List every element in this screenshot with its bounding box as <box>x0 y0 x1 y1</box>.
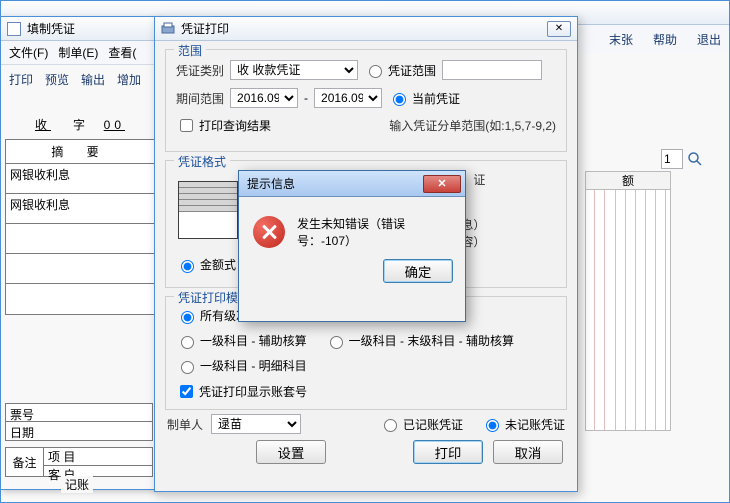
tpl-l1lastaux-radio[interactable]: 一级科目 - 末级科目 - 辅助核算 <box>325 332 514 349</box>
range-radio[interactable]: 凭证范围 <box>364 62 436 79</box>
entry-title: 填制凭证 <box>27 20 75 37</box>
print-button[interactable]: 打印 <box>413 440 483 464</box>
search-icon[interactable] <box>687 151 703 167</box>
item-label: 项 目 <box>44 448 152 466</box>
print-title: 凭证打印 <box>181 20 229 37</box>
range-text[interactable] <box>442 60 542 80</box>
amount-grid: 额 <box>585 171 671 431</box>
voucher-type-label: 凭证类别 <box>176 62 224 79</box>
error-icon <box>253 216 285 248</box>
period-label: 期间范围 <box>176 90 224 107</box>
amount-format-radio[interactable]: 金额式 <box>176 256 236 273</box>
remark-label: 备注 <box>6 448 44 476</box>
summary-header: 摘 要 <box>6 140 154 164</box>
maker-row: 制单人 逯苗 已记账凭证 未记账凭证 <box>167 414 565 434</box>
posted-radio[interactable]: 已记账凭证 <box>379 416 463 433</box>
current-radio[interactable]: 当前凭证 <box>388 90 460 107</box>
error-message: 发生未知错误（错误号：-107） <box>297 215 451 249</box>
entry-title-bar: 填制凭证 <box>1 17 159 41</box>
entry-toolbar: 打印 预览 输出 增加 <box>1 65 159 94</box>
voucher-entry-window: 填制凭证 文件(F) 制单(E) 查看( 打印 预览 输出 增加 收 字 00 … <box>0 16 160 490</box>
template-legend: 凭证打印模 <box>174 289 242 306</box>
ticket-label: 票号 <box>6 404 152 422</box>
print-query-checkbox[interactable]: 打印查询结果 <box>176 116 271 135</box>
summary-row-3[interactable] <box>6 224 154 254</box>
entry-menu-bar: 文件(F) 制单(E) 查看( <box>1 41 159 65</box>
summary-row-2[interactable]: 网银收利息 <box>6 194 154 224</box>
summary-row-5[interactable] <box>6 284 154 314</box>
show-book-checkbox[interactable]: 凭证打印显示账套号 <box>176 382 307 401</box>
tool-preview[interactable]: 预览 <box>45 71 69 88</box>
error-dialog: 提示信息 ✕ 发生未知错误（错误号：-107） 确定 <box>238 170 466 322</box>
voucher-type-label: 收 字 00 <box>1 116 159 133</box>
voucher-type-select[interactable]: 收 收款凭证 <box>230 60 358 80</box>
summary-table: 摘 要 网银收利息 网银收利息 <box>5 139 155 315</box>
settings-button[interactable]: 设置 <box>256 440 326 464</box>
maker-label: 制单人 <box>167 416 203 433</box>
menu-file[interactable]: 文件(F) <box>9 44 48 61</box>
ticket-block: 票号 日期 <box>5 403 153 441</box>
close-button[interactable]: ✕ <box>547 21 571 37</box>
format-preview <box>178 181 238 239</box>
date-label: 日期 <box>6 422 152 440</box>
period-from[interactable]: 2016.09 <box>230 88 298 108</box>
toolbar-exit[interactable]: 退出 <box>697 31 721 48</box>
menu-view[interactable]: 查看( <box>108 44 136 61</box>
range-hint: 输入凭证分单范围(如:1,5,7-9,2) <box>277 117 556 134</box>
tool-print[interactable]: 打印 <box>9 71 33 88</box>
summary-row-1[interactable]: 网银收利息 <box>6 164 154 194</box>
page-input[interactable] <box>661 149 683 169</box>
maker-select[interactable]: 逯苗 <box>211 414 301 434</box>
summary-row-4[interactable] <box>6 254 154 284</box>
print-title-bar: 凭证打印 ✕ <box>155 17 577 41</box>
menu-make[interactable]: 制单(E) <box>58 44 98 61</box>
cancel-button[interactable]: 取消 <box>493 440 563 464</box>
period-to[interactable]: 2016.09 <box>314 88 382 108</box>
toolbar-help[interactable]: 帮助 <box>653 31 677 48</box>
error-title-bar: 提示信息 ✕ <box>239 171 465 197</box>
page-control <box>661 149 703 169</box>
error-close-button[interactable]: ✕ <box>423 175 461 193</box>
print-icon <box>161 22 175 36</box>
tool-output[interactable]: 输出 <box>81 71 105 88</box>
range-group: 范围 凭证类别 收 收款凭证 凭证范围 期间范围 2016.09 - 2016.… <box>165 49 567 152</box>
tpl-l1detail-radio[interactable]: 一级科目 - 明细科目 <box>176 357 307 374</box>
format-legend: 凭证格式 <box>174 153 230 170</box>
tpl-l1aux-radio[interactable]: 一级科目 - 辅助核算 <box>176 332 307 349</box>
tool-add[interactable]: 增加 <box>117 71 141 88</box>
error-title: 提示信息 <box>247 175 295 192</box>
grid-header: 额 <box>586 172 670 190</box>
error-ok-button[interactable]: 确定 <box>383 259 453 283</box>
unposted-radio[interactable]: 未记账凭证 <box>481 416 565 433</box>
toolbar-lastpage[interactable]: 末张 <box>609 31 633 48</box>
app-icon <box>7 22 21 36</box>
remark-block: 备注 项 目 客 户 <box>5 447 153 477</box>
posting-label: 记账 <box>61 476 93 493</box>
range-legend: 范围 <box>174 42 206 59</box>
